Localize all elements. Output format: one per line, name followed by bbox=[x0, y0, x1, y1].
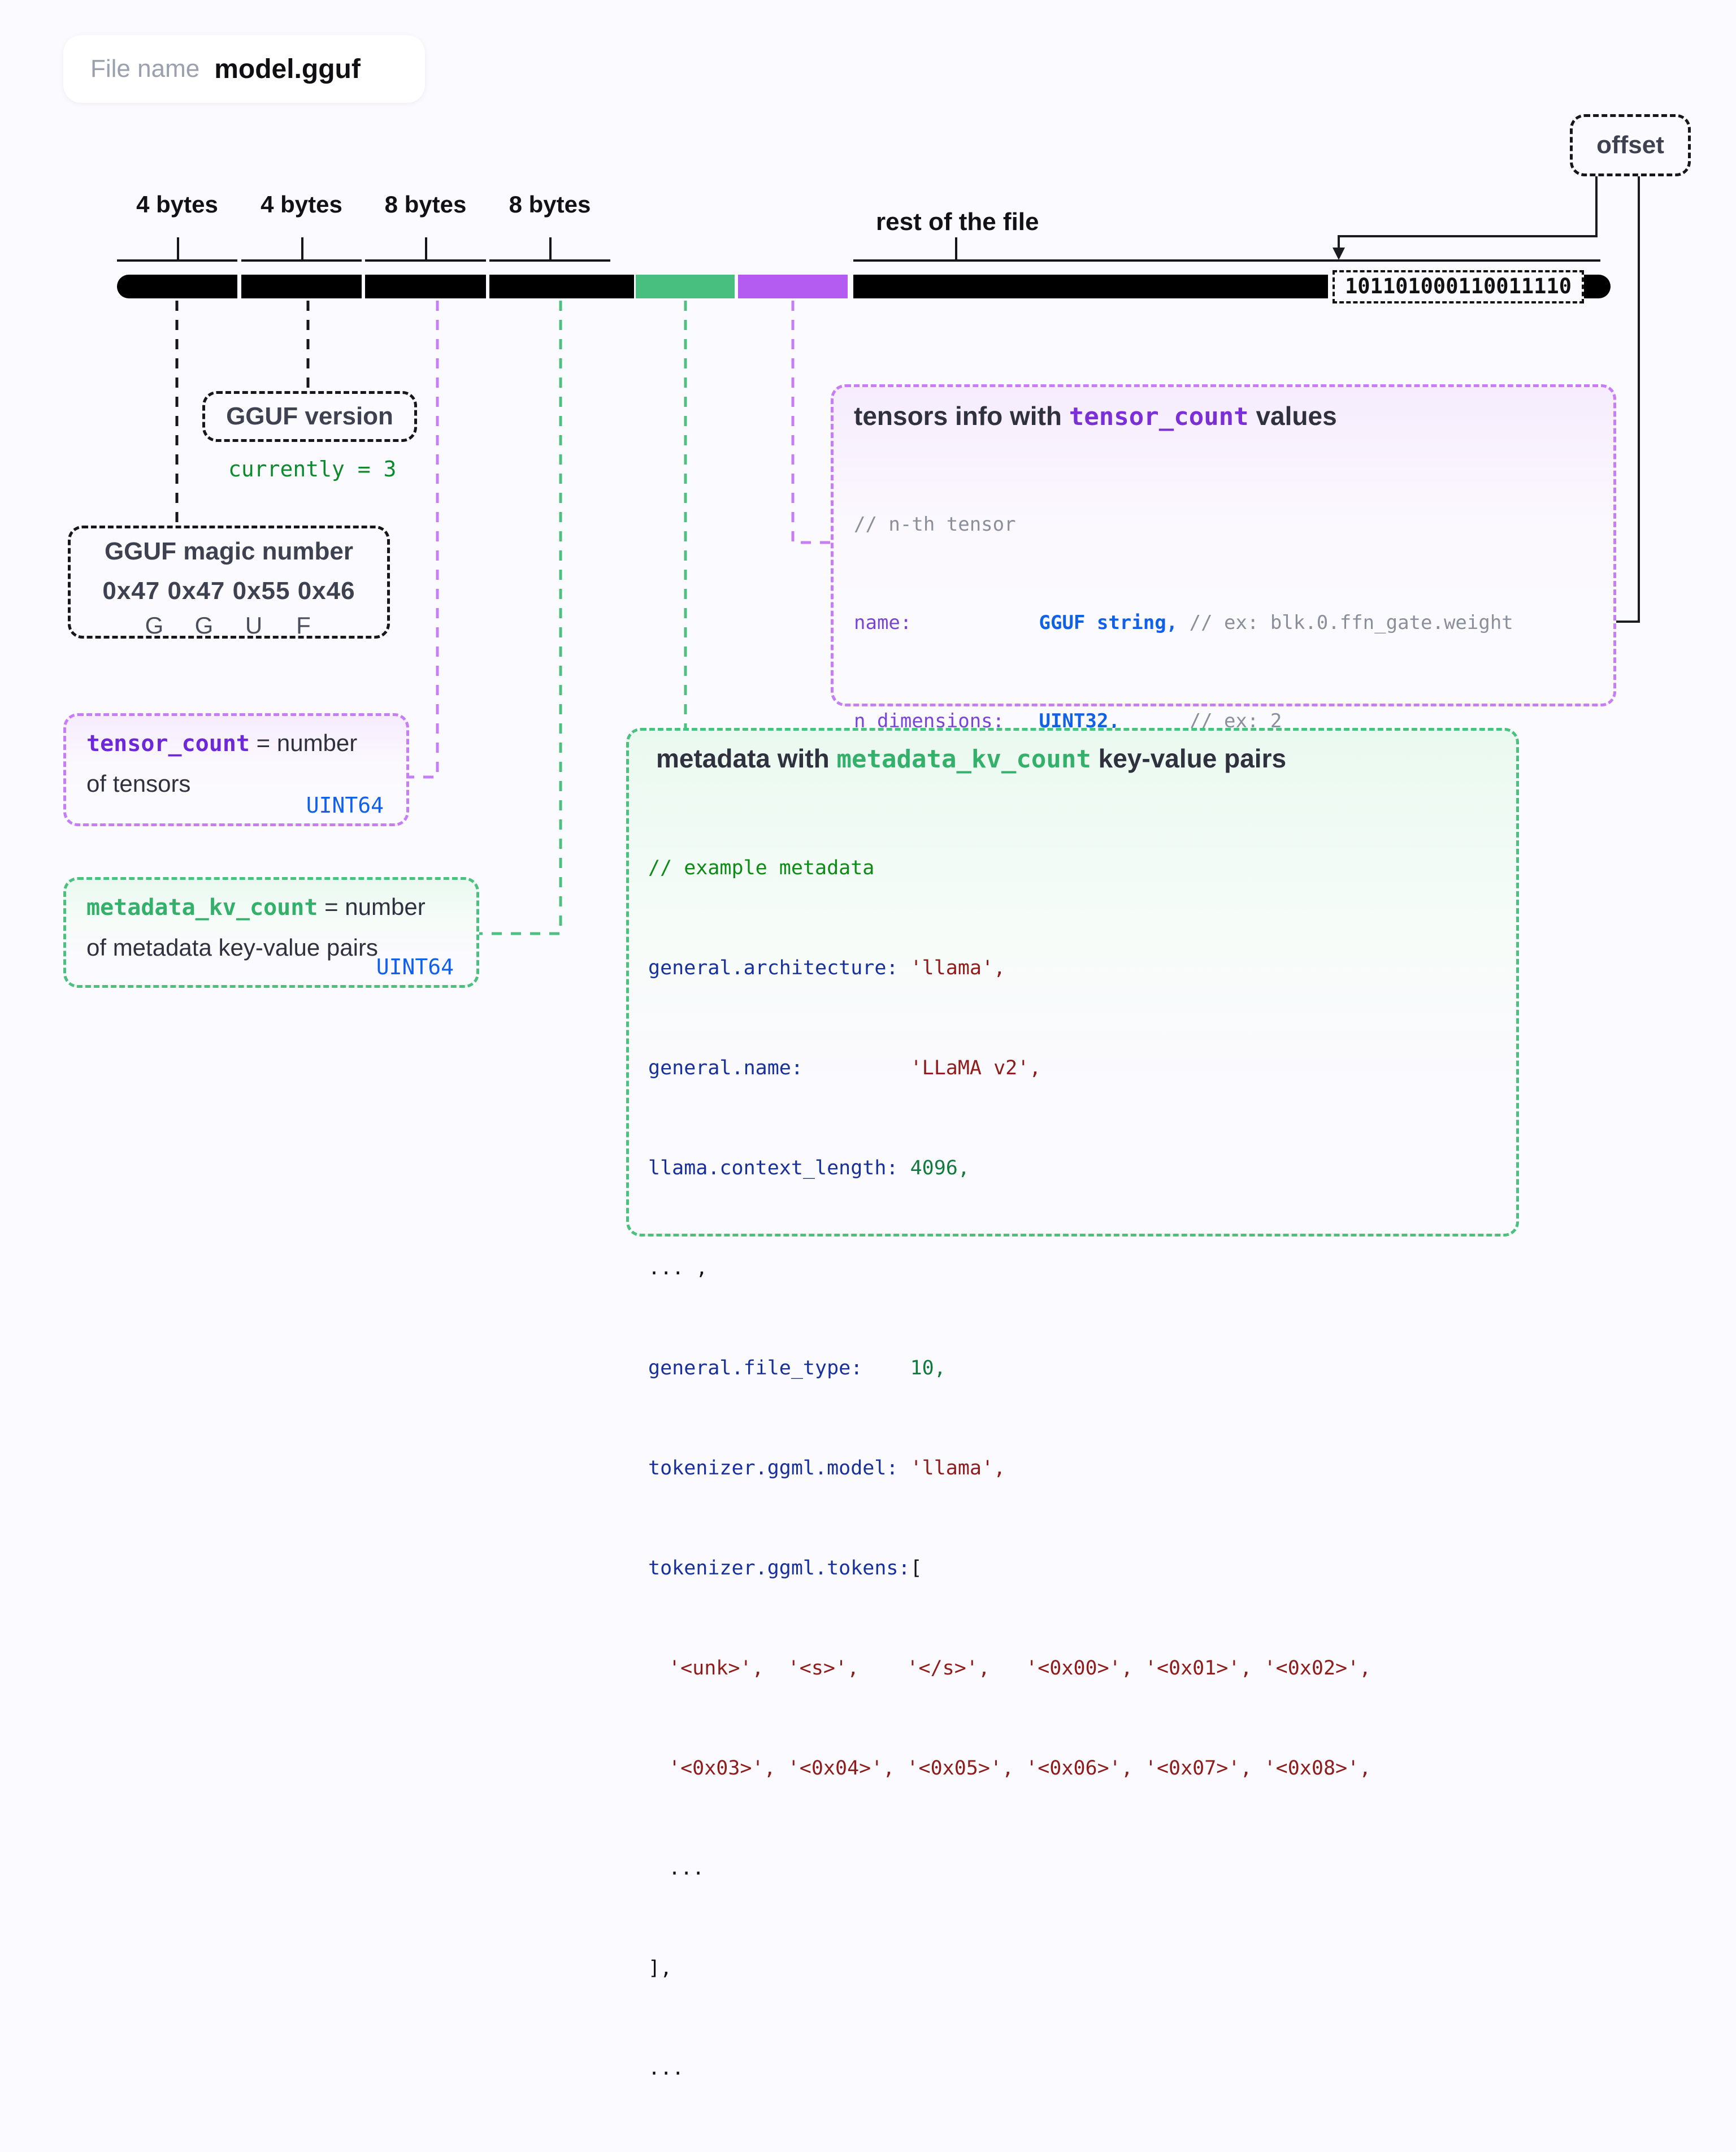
metadata-entry-2: llama.context_length: 4096, bbox=[648, 1152, 1371, 1185]
metadata-title: metadata with metadata_kv_count key-valu… bbox=[656, 743, 1286, 774]
tensors-line-1-key: name: bbox=[854, 611, 912, 634]
tensor-count-callout: tensor_count = number of tensors UINT64 bbox=[63, 713, 409, 826]
magic-char-2: U bbox=[245, 612, 263, 639]
metadata-trailing-ellipsis-row: ... bbox=[648, 2052, 1371, 2085]
magic-char-3: F bbox=[296, 612, 311, 639]
metadata-tokens-row-2-text: '<0x03>', '<0x04>', '<0x05>', '<0x06>', … bbox=[669, 1757, 1372, 1780]
byte-label-2: 8 bytes bbox=[384, 191, 467, 218]
metadata-entry-4: general.file_type: 10, bbox=[648, 1352, 1371, 1385]
file-name-pill: File name model.gguf bbox=[63, 35, 425, 103]
metadata-entry-6-key: tokenizer.ggml.tokens: bbox=[648, 1557, 910, 1580]
tensors-title-keyword: tensor_count bbox=[1069, 402, 1249, 431]
magic-title: GGUF magic number bbox=[104, 537, 354, 565]
magic-hex: 0x47 0x47 0x55 0x46 bbox=[102, 577, 355, 605]
gguf-version-title: GGUF version bbox=[226, 402, 393, 430]
metadata-entry-3-key: ... , bbox=[648, 1257, 708, 1279]
metadata-tokens-ellipsis: ... bbox=[669, 1857, 705, 1880]
magic-chars: GGUF bbox=[71, 612, 387, 639]
tensors-line-1-comment: // ex: blk.0.ffn_gate.weight bbox=[1189, 611, 1513, 634]
metadata-entry-6-value: [ bbox=[910, 1557, 922, 1580]
tensors-line-0: // n-th tensor bbox=[854, 508, 1513, 541]
gguf-version-note: currently = 3 bbox=[228, 457, 397, 481]
metadata-title-pre: metadata with bbox=[656, 744, 837, 773]
gguf-magic-number-callout: GGUF magic number 0x47 0x47 0x55 0x46 G G… bbox=[68, 526, 390, 639]
metadata-kv-count-line2: of metadata key-value pairs bbox=[86, 934, 378, 961]
metadata-kv-count-equals: = number bbox=[318, 893, 426, 920]
metadata-entry-1: general.name: 'LLaMA v2', bbox=[648, 1052, 1371, 1085]
metadata-entry-3: ... , bbox=[648, 1252, 1371, 1285]
bar-segment-version bbox=[241, 275, 362, 298]
metadata-kv-count-type: UINT64 bbox=[376, 954, 454, 979]
rest-of-file-label: rest of the file bbox=[876, 208, 1039, 236]
metadata-trailing-ellipsis: ... bbox=[648, 2057, 684, 2080]
tensors-line-0-comment: // n-th tensor bbox=[854, 513, 1016, 536]
bar-segment-tensor-count-a bbox=[365, 275, 486, 298]
metadata-entry-2-key: llama.context_length: bbox=[648, 1157, 899, 1179]
ruler-tick-1 bbox=[301, 237, 303, 260]
tensors-line-1: name: GGUF string, // ex: blk.0.ffn_gate.w… bbox=[854, 606, 1513, 639]
magic-char-1: G bbox=[194, 612, 214, 639]
gguf-version-callout: GGUF version bbox=[202, 391, 417, 442]
metadata-tokens-row-2: '<0x03>', '<0x04>', '<0x05>', '<0x06>', … bbox=[648, 1752, 1371, 1785]
metadata-entry-2-value: 4096, bbox=[910, 1157, 970, 1179]
metadata-entry-5-value: 'llama', bbox=[910, 1457, 1006, 1480]
metadata-comment: // example metadata bbox=[648, 857, 875, 879]
magic-char-0: G bbox=[145, 612, 164, 639]
metadata-close-bracket: ], bbox=[648, 1957, 672, 1980]
tensors-info-panel: tensors info with tensor_count values //… bbox=[831, 384, 1616, 1224]
file-name-label: File name bbox=[90, 55, 200, 83]
tensor-count-line1: tensor_count = number bbox=[86, 730, 357, 757]
tensors-line-1-type: GGUF string, bbox=[1039, 611, 1178, 634]
bar-segment-rest bbox=[853, 275, 1328, 298]
metadata-panel: metadata with metadata_kv_count key-valu… bbox=[626, 728, 1519, 2080]
ruler-line-rest bbox=[853, 259, 1600, 262]
metadata-kv-count-token: metadata_kv_count bbox=[86, 895, 318, 921]
metadata-entry-0: general.architecture: 'llama', bbox=[648, 952, 1371, 985]
metadata-entry-6: tokenizer.ggml.tokens:[ bbox=[648, 1552, 1371, 1585]
bar-segment-metadata bbox=[636, 275, 735, 298]
offset-callout-label: offset bbox=[1596, 131, 1664, 159]
tensors-info-title: tensors info with tensor_count values bbox=[854, 401, 1337, 431]
tensors-title-post: values bbox=[1248, 401, 1337, 431]
offset-callout: offset bbox=[1570, 114, 1691, 176]
metadata-tokens-row-1: '<unk>', '<s>', '</s>', '<0x00>', '<0x01… bbox=[648, 1652, 1371, 1685]
metadata-entry-4-key: general.file_type: bbox=[648, 1357, 863, 1379]
ruler-tick-0 bbox=[177, 237, 179, 260]
bar-segment-tensors-info bbox=[738, 275, 848, 298]
metadata-tokens-row-1-text: '<unk>', '<s>', '</s>', '<0x00>', '<0x01… bbox=[669, 1657, 1372, 1680]
tensors-title-pre: tensors info with bbox=[854, 401, 1069, 431]
file-name-value: model.gguf bbox=[214, 54, 361, 84]
tensor-count-token: tensor_count bbox=[86, 731, 250, 757]
metadata-entry-0-value: 'llama', bbox=[910, 957, 1006, 979]
metadata-kv-count-callout: metadata_kv_count = number of metadata k… bbox=[63, 877, 479, 988]
metadata-entry-1-value: 'LLaMA v2', bbox=[910, 1057, 1041, 1079]
metadata-entry-5: tokenizer.ggml.model: 'llama', bbox=[648, 1452, 1371, 1485]
metadata-title-post: key-value pairs bbox=[1091, 744, 1287, 773]
ruler-tick-2 bbox=[425, 237, 427, 260]
metadata-tokens-ellipsis-row: ... bbox=[648, 1852, 1371, 1885]
binary-offset-chip: 101101000110011110 bbox=[1333, 270, 1584, 303]
tensor-count-type: UINT64 bbox=[306, 793, 384, 818]
byte-label-0: 4 bytes bbox=[136, 191, 218, 218]
tensor-count-equals: = number bbox=[249, 730, 358, 756]
tensor-count-line2: of tensors bbox=[86, 770, 191, 797]
bar-segment-magic bbox=[117, 275, 237, 298]
bar-segment-kv-count-a bbox=[489, 275, 634, 298]
metadata-entry-0-key: general.architecture: bbox=[648, 957, 899, 979]
metadata-entry-1-key: general.name: bbox=[648, 1057, 803, 1079]
ruler-tick-rest bbox=[955, 237, 957, 260]
ruler-tick-3 bbox=[549, 237, 552, 260]
metadata-title-keyword: metadata_kv_count bbox=[836, 745, 1091, 774]
byte-label-1: 4 bytes bbox=[261, 191, 342, 218]
metadata-close-bracket-row: ], bbox=[648, 1952, 1371, 1985]
metadata-kv-count-line1: metadata_kv_count = number bbox=[86, 893, 426, 921]
metadata-comment-line: // example metadata bbox=[648, 852, 1371, 885]
byte-label-3: 8 bytes bbox=[509, 191, 591, 218]
metadata-entry-4-value: 10, bbox=[910, 1357, 946, 1379]
metadata-code: // example metadata general.architecture… bbox=[648, 785, 1371, 2152]
metadata-entry-5-key: tokenizer.ggml.model: bbox=[648, 1457, 899, 1480]
